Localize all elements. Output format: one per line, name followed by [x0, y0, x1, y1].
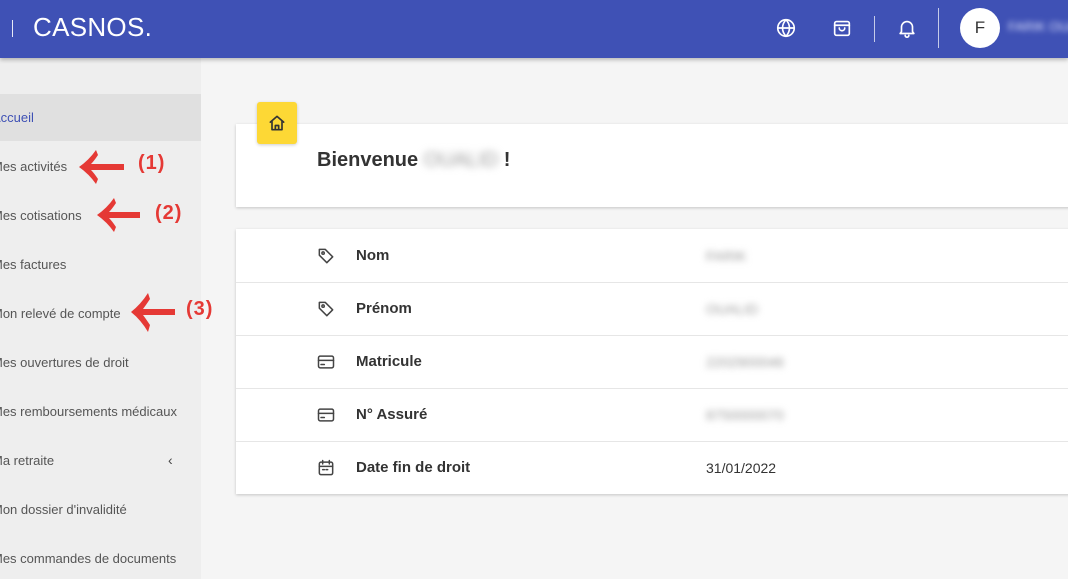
info-row-nom: Nom FARIK	[236, 229, 1068, 283]
info-label: N° Assuré	[356, 406, 428, 423]
info-label: Prénom	[356, 300, 412, 317]
info-row-prenom: Prénom OUALID	[236, 282, 1068, 336]
sidebar-item-commandes-documents[interactable]: Mes commandes de documents	[0, 535, 201, 579]
info-value: OUALID	[706, 301, 759, 317]
toolbar-separator	[938, 8, 939, 48]
menu-divider	[12, 20, 13, 37]
top-app-bar: CASNOS. F FARIK OUALID	[0, 0, 1068, 58]
annotation-label-3: (3)	[186, 298, 214, 320]
info-label: Nom	[356, 247, 390, 264]
sidebar-item-label: Ma retraite	[0, 453, 55, 468]
shopping-bag-icon[interactable]	[830, 16, 854, 40]
welcome-greeting: Bienvenue	[317, 149, 419, 171]
annotation-arrow-2	[97, 198, 140, 232]
tag-icon	[318, 301, 334, 317]
annotation-arrow-3	[131, 293, 175, 332]
info-row-date-fin-droit: Date fin de droit 31/01/2022	[236, 441, 1068, 494]
sidebar-item-factures[interactable]: Mes factures	[0, 241, 201, 288]
annotation-label-1: (1)	[138, 152, 166, 174]
annotation-arrow-1	[79, 150, 124, 184]
info-value: 31/01/2022	[706, 460, 777, 476]
globe-icon[interactable]	[774, 16, 798, 40]
app-brand[interactable]: CASNOS.	[33, 12, 152, 43]
calendar-icon	[318, 459, 334, 476]
info-label: Date fin de droit	[356, 459, 471, 476]
sidebar-item-retraite[interactable]: Ma retraite ‹	[0, 437, 201, 484]
avatar[interactable]: F	[960, 8, 1000, 48]
sidebar-item-label: Mes cotisations	[0, 208, 82, 223]
credit-card-icon	[317, 408, 335, 422]
tag-icon	[318, 248, 334, 264]
credit-card-icon	[317, 355, 335, 369]
info-value: FARIK	[706, 248, 747, 264]
info-row-matricule: Matricule 2202900046	[236, 335, 1068, 389]
info-row-numero-assure: N° Assuré 8750000070	[236, 388, 1068, 442]
info-value: 8750000070	[706, 407, 784, 423]
sidebar-item-invalidite[interactable]: Mon dossier d'invalidité	[0, 486, 201, 533]
annotation-label-2: (2)	[155, 202, 183, 224]
home-icon	[257, 102, 297, 144]
user-name[interactable]: FARIK OUALID	[1008, 19, 1068, 34]
info-value: 2202900046	[706, 354, 784, 370]
sidebar-item-label: Mon relevé de compte	[0, 306, 121, 321]
bell-icon[interactable]	[895, 16, 919, 40]
sidebar-item-ouvertures-droit[interactable]: Mes ouvertures de droit	[0, 339, 201, 386]
sidebar-item-label: Mon dossier d'invalidité	[0, 502, 127, 517]
sidebar-item-label: Mes remboursements médicaux	[0, 404, 177, 419]
info-label: Matricule	[356, 353, 422, 370]
welcome-suffix: !	[503, 149, 511, 171]
toolbar-separator	[874, 16, 875, 42]
welcome-card: Bienvenue OUALID !	[236, 124, 1068, 207]
profile-info-card: Nom FARIK Prénom OUALID Matricule 220290…	[236, 229, 1068, 494]
sidebar-item-label: Mes commandes de documents	[0, 551, 177, 566]
sidebar-item-remboursements[interactable]: Mes remboursements médicaux	[0, 388, 201, 435]
welcome-user-name: OUALID	[423, 149, 499, 171]
chevron-left-icon[interactable]: ‹	[168, 437, 173, 484]
sidebar-item-label: Accueil	[0, 110, 34, 125]
welcome-title: Bienvenue OUALID !	[317, 149, 510, 172]
sidebar-item-accueil[interactable]: Accueil	[0, 94, 201, 141]
sidebar-item-label: Mes activités	[0, 159, 68, 174]
sidebar-item-label: Mes ouvertures de droit	[0, 355, 129, 370]
sidebar-item-label: Mes factures	[0, 257, 67, 272]
